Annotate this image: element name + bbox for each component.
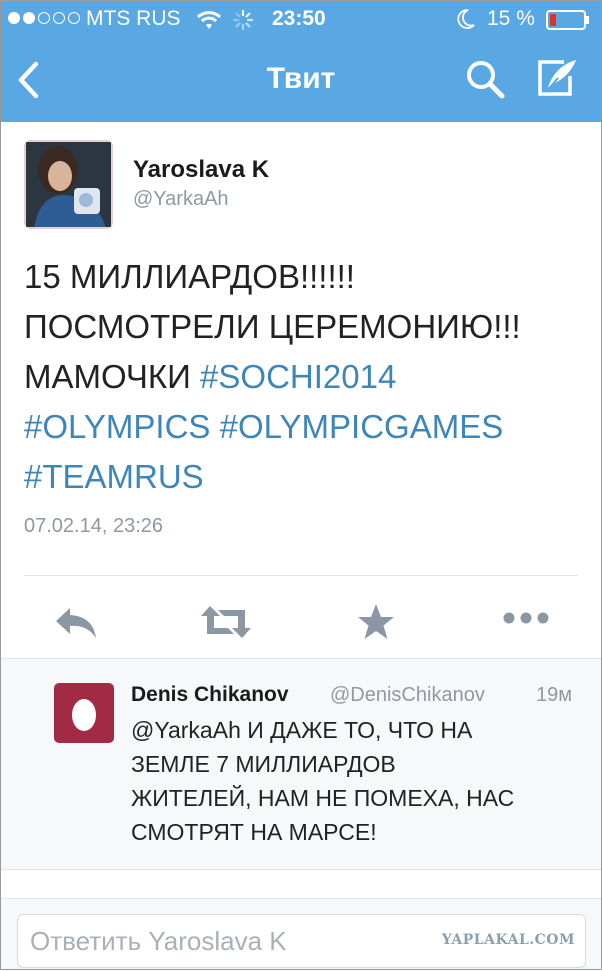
signal-strength-icon <box>8 12 80 24</box>
do-not-disturb-moon-icon <box>456 8 476 36</box>
wifi-icon <box>196 9 222 37</box>
reply-time: 19м <box>536 684 572 706</box>
battery-icon <box>546 10 590 36</box>
tweet-text-line: #TEAMRUS <box>24 452 584 502</box>
hashtag-link[interactable]: #SOCHI2014 <box>200 358 396 395</box>
activity-spinner-icon <box>232 9 254 37</box>
reply-author-name[interactable]: Denis Chikanov <box>131 683 289 707</box>
tweet-timestamp: 07.02.14, 23:26 <box>24 515 164 537</box>
reply-text-line: ЗЕМЛЕ 7 МИЛЛИАРДОВ <box>131 751 396 777</box>
reply-text-line: ЖИТЕЛЕЙ, НАМ НЕ ПОМЕХА, НАС <box>131 785 515 811</box>
reply-author-handle[interactable]: @DenisChikanov <box>330 684 485 707</box>
tweet-actions <box>0 590 602 658</box>
watermark: YAPLAKAL.COM <box>441 932 575 948</box>
search-icon[interactable] <box>464 58 506 105</box>
reply-input[interactable]: Ответить Yaroslava K YAPLAKAL.COM <box>17 914 586 968</box>
tweet-text-segment: МАМОЧКИ <box>24 358 201 395</box>
tweet-text: 15 МИЛЛИАРДОВ!!!!!! ПОСМОТРЕЛИ ЦЕРЕМОНИЮ… <box>24 252 584 502</box>
reply-text-line: @YarkaAh И ДАЖЕ ТО, ЧТО НА <box>131 717 473 743</box>
hashtag-link[interactable]: #TEAMRUS <box>24 458 204 495</box>
divider <box>24 575 578 576</box>
default-egg-avatar[interactable] <box>54 683 114 743</box>
status-time: 23:50 <box>272 7 326 30</box>
carrier-name: MTS RUS <box>86 7 181 30</box>
battery-percent: 15 % <box>487 7 535 30</box>
tweet-text-line: 15 МИЛЛИАРДОВ!!!!!! <box>24 258 355 295</box>
author-handle[interactable]: @YarkaAh <box>133 188 229 211</box>
hashtag-link[interactable]: #OLYMPICGAMES <box>220 408 504 445</box>
retweet-icon[interactable] <box>200 602 252 647</box>
divider <box>0 869 602 870</box>
compose-tweet-icon[interactable] <box>534 56 580 105</box>
navigation-bar: Твит <box>0 40 602 122</box>
author-name[interactable]: Yaroslava K <box>133 156 269 184</box>
page-title: Твит <box>266 62 336 95</box>
reply-input-placeholder: Ответить Yaroslava K <box>30 926 287 956</box>
reply-icon[interactable] <box>52 602 100 647</box>
more-dots-icon[interactable] <box>502 608 550 633</box>
author-avatar[interactable] <box>24 140 113 229</box>
hashtag-link[interactable]: #OLYMPICS <box>24 408 210 445</box>
reply-text: @YarkaAh И ДАЖЕ ТО, ЧТО НА ЗЕМЛЕ 7 МИЛЛИ… <box>131 713 581 849</box>
tweet-text-line: #OLYMPICS #OLYMPICGAMES <box>24 402 584 452</box>
status-bar: MTS RUS 23:50 15 % <box>0 0 602 40</box>
tweet-text-line: МАМОЧКИ #SOCHI2014 <box>24 352 584 402</box>
tweet-text-line: ПОСМОТРЕЛИ ЦЕРЕМОНИЮ!!! <box>24 308 521 345</box>
reply-text-line: СМОТРЯТ НА МАРСЕ! <box>131 819 377 845</box>
favorite-star-icon[interactable] <box>356 602 396 647</box>
top-bar: MTS RUS 23:50 15 % Твит <box>0 0 602 122</box>
